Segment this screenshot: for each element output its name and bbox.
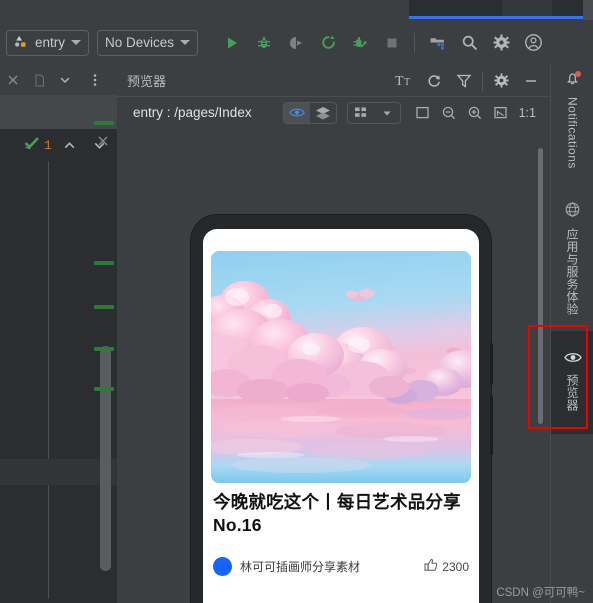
previewer-path-bar: entry : /pages/Index 1:1 — [117, 96, 550, 127]
settings-gear-icon[interactable] — [488, 68, 514, 94]
thumbs-up-icon — [424, 558, 438, 575]
settings-button[interactable] — [488, 30, 514, 56]
close-icon[interactable] — [0, 65, 26, 95]
stop-button[interactable] — [379, 30, 405, 56]
match-count-label: 1 — [44, 137, 52, 153]
editor-scrollbar-thumb[interactable] — [100, 346, 111, 571]
run-with-coverage-button[interactable] — [283, 30, 309, 56]
previewer-header-tools: T T — [389, 65, 546, 96]
device-selector[interactable]: No Devices — [97, 29, 199, 56]
refresh-icon[interactable] — [421, 68, 447, 94]
ui-inspector-icon[interactable] — [451, 68, 477, 94]
top-panel-inset — [502, 0, 552, 17]
ide-window: entry No Devices 1 预览器 T T entry: /page… — [0, 0, 593, 603]
zoom-in-icon[interactable] — [463, 102, 487, 124]
device-frame: 今晚就吃这个丨每日艺术品分享No.16 林可可插画师分享素材 2300 — [191, 215, 493, 603]
sidebar-item-notifications[interactable]: Notifications — [551, 65, 593, 171]
sidebar-item-label: Notifications — [565, 97, 580, 169]
previewer-eye-icon — [563, 351, 582, 369]
run-configuration-selector[interactable]: entry — [6, 29, 90, 56]
toolbar-divider — [414, 32, 416, 53]
component-select-icon[interactable] — [283, 102, 310, 123]
chevron-down-icon[interactable] — [52, 65, 78, 95]
chevron-down-icon — [180, 40, 191, 45]
window-right-edge — [583, 0, 593, 20]
debug-button[interactable] — [251, 30, 277, 56]
chevron-down-icon — [71, 40, 82, 45]
editor-gutter — [94, 65, 117, 571]
expand-icon[interactable] — [489, 102, 513, 124]
device-layout-group — [346, 101, 401, 124]
device-power-button — [490, 395, 493, 455]
change-marker[interactable] — [94, 261, 114, 265]
file-icon[interactable] — [26, 65, 52, 95]
card-meta-row: 林可可插画师分享素材 2300 — [213, 557, 469, 576]
top-panel-accent-bar — [409, 16, 583, 19]
layers-icon[interactable] — [310, 103, 336, 123]
hero-image — [211, 251, 471, 483]
device-volume-button — [490, 343, 493, 385]
change-marker[interactable] — [94, 121, 114, 125]
card-author: 林可可插画师分享素材 — [240, 560, 361, 574]
search-everywhere-button[interactable] — [456, 30, 482, 56]
zoom-ratio-label[interactable]: 1:1 — [515, 106, 540, 120]
svg-text:T: T — [404, 77, 410, 88]
header-divider — [482, 70, 483, 91]
font-size-icon[interactable]: T T — [391, 68, 417, 94]
notification-badge — [575, 71, 581, 77]
preview-stage: 今晚就吃这个丨每日艺术品分享No.16 林可可插画师分享素材 2300 — [117, 127, 550, 603]
chevron-down-icon[interactable] — [374, 103, 400, 123]
attach-debugger-button[interactable] — [347, 30, 373, 56]
multi-device-grid-icon[interactable] — [348, 103, 374, 123]
run-button[interactable] — [219, 30, 245, 56]
like-count: 2300 — [442, 559, 469, 574]
prev-match-button[interactable] — [58, 133, 82, 157]
right-tool-sidebar: Notifications 应用与服务体验 预览器 — [550, 65, 593, 603]
editor-text-caret-line — [48, 161, 49, 599]
window-top-strip — [0, 0, 593, 20]
change-marker[interactable] — [94, 347, 114, 351]
project-structure-button[interactable] — [424, 30, 450, 56]
app-service-globe-icon — [564, 201, 581, 223]
change-marker[interactable] — [94, 387, 114, 391]
device-screen[interactable]: 今晚就吃这个丨每日艺术品分享No.16 林可可插画师分享素材 2300 — [203, 229, 479, 603]
preview-stage-scrollbar[interactable] — [538, 148, 543, 424]
sidebar-item-label: 预览器 — [565, 374, 579, 412]
fit-to-frame-icon[interactable] — [411, 102, 435, 124]
svg-text:T: T — [395, 74, 404, 88]
previewer-view-tools: 1:1 — [282, 97, 540, 128]
previewer-panel: 预览器 T T entry: /pages/Index 1:1 今晚就吃这个丨… — [117, 65, 550, 603]
like-group[interactable]: 2300 — [424, 558, 469, 575]
watermark: CSDN @可可鸭~ — [496, 587, 585, 599]
card-title: 今晚就吃这个丨每日艺术品分享No.16 — [213, 492, 461, 536]
module-entry-icon — [14, 34, 29, 52]
previewer-header: 预览器 T T — [117, 65, 550, 96]
run-configuration-label: entry — [35, 35, 66, 50]
matches-found-icon — [24, 136, 40, 155]
sidebar-item-label: 应用与服务体验 — [565, 228, 579, 316]
previewer-title: 预览器 — [127, 74, 167, 89]
top-floating-panel — [409, 0, 583, 17]
device-selector-label: No Devices — [105, 35, 175, 50]
main-toolbar: entry No Devices — [0, 20, 593, 65]
change-marker[interactable] — [94, 305, 114, 309]
sidebar-item-previewer[interactable]: 预览器 — [551, 331, 593, 434]
minimize-icon[interactable] — [518, 68, 544, 94]
sidebar-item-app-service[interactable]: 应用与服务体验 — [551, 195, 593, 325]
account-button[interactable] — [520, 30, 546, 56]
inspect-mode-group — [282, 101, 337, 124]
avatar — [213, 557, 232, 576]
zoom-out-icon[interactable] — [437, 102, 461, 124]
rerun-button[interactable] — [315, 30, 341, 56]
notifications-bell-icon — [565, 71, 581, 92]
previewer-path-label: entry : /pages/Index — [133, 104, 252, 120]
